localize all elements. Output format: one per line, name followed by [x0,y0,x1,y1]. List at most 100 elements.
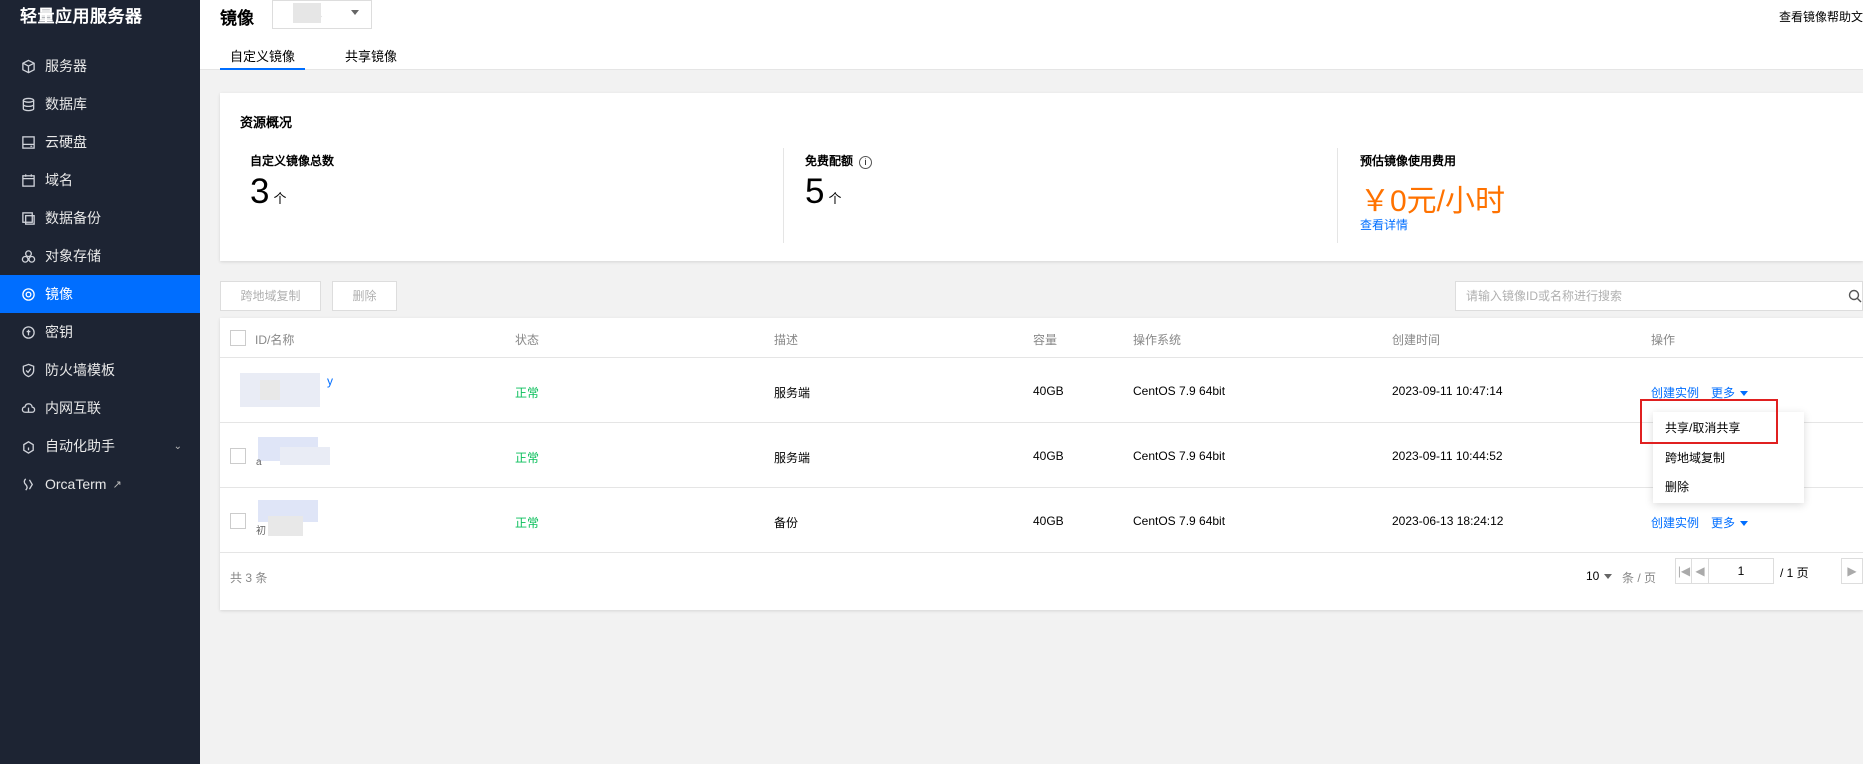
sidebar-item-object-storage[interactable]: 对象存储 [0,237,200,275]
column-header: 容量 [1033,333,1058,347]
sidebar-item-label: 防火墙模板 [45,362,115,378]
images-table: ID/名称 状态 描述 容量 操作系统 创建时间 操作 y 正常 服务端 40G… [220,318,1863,610]
image-name: a [256,457,262,468]
total-pages: / 1 页 [1780,566,1809,580]
region-select[interactable]: 3 [272,0,372,29]
copy-cross-region-menu-item[interactable]: 跨地域复制 [1665,449,1725,466]
terminal-icon [20,476,36,492]
page-size-select[interactable]: 10 [1586,569,1613,583]
capacity: 40GB [1033,514,1064,528]
sidebar-item-label: 内网互联 [45,400,101,416]
status-text: 正常 [515,516,540,530]
sidebar-item-label: 密钥 [45,324,73,340]
backup-icon [20,210,36,226]
column-header: 操作 [1651,333,1676,347]
delete-menu-item[interactable]: 删除 [1665,478,1689,495]
description: 服务端 [774,451,811,465]
chevron-down-icon [1604,574,1613,580]
calendar-icon [20,172,36,188]
chevron-down-icon [1740,521,1749,527]
delete-button[interactable]: 删除 [332,281,397,311]
status-text: 正常 [515,451,540,465]
more-menu-button[interactable]: 更多 [1711,514,1749,531]
search-icon[interactable] [1848,289,1862,303]
redacted-id [268,516,303,536]
column-header: 创建时间 [1392,333,1441,347]
table-footer: 共 3 条 10 条 / 页 |◀ ◀ 1 / 1 页 ▶ [220,546,1863,610]
copy-cross-region-button[interactable]: 跨地域复制 [220,281,321,311]
sidebar-item-servers[interactable]: 服务器 [0,47,200,85]
cloud-icon [20,400,36,416]
sidebar-item-firewall[interactable]: 防火墙模板 [0,351,200,389]
sidebar-item-key[interactable]: 密钥 [0,313,200,351]
created-time: 2023-06-13 18:24:12 [1392,514,1504,528]
stat-free-quota: 免费配额 i 5个 [775,148,1335,243]
sidebar: 轻量应用服务器 服务器 数据库 云硬盘 域名 数据备份 对象存储 镜像 密钥 防… [0,0,200,764]
stat-label: 免费配额 i [805,152,873,169]
sidebar-item-backup[interactable]: 数据备份 [0,199,200,237]
sidebar-item-label: 镜像 [45,286,73,302]
help-link[interactable]: 查看镜像帮助文 [1779,8,1863,25]
sidebar-item-label: OrcaTerm [45,476,107,492]
stat-estimated-cost: 预估镜像使用费用 ￥0元/小时 查看详情 [1330,148,1850,243]
prev-page-button[interactable]: ◀ [1691,558,1709,584]
redacted-id [280,447,330,465]
description: 服务端 [774,386,811,400]
key-icon [20,324,36,340]
next-page-button[interactable]: ▶ [1841,558,1863,584]
stat-label: 预估镜像使用费用 [1360,154,1457,168]
shield-icon [20,362,36,378]
sidebar-item-label: 数据备份 [45,210,101,226]
sidebar-item-label: 数据库 [45,96,87,112]
os: CentOS 7.9 64bit [1133,514,1226,528]
stat-value: ￥0元/小时 [1360,185,1506,218]
sidebar-item-intranet[interactable]: 内网互联 [0,389,200,427]
sidebar-item-domain[interactable]: 域名 [0,161,200,199]
column-header: 状态 [515,333,540,347]
chevron-down-icon [1740,391,1749,397]
table-header: ID/名称 状态 描述 容量 操作系统 创建时间 操作 [220,318,1863,358]
search-input[interactable] [1456,282,1862,310]
sidebar-item-automation[interactable]: 自动化助手 ⌄ [0,427,200,465]
select-all-checkbox[interactable] [230,330,246,346]
page-number-input[interactable]: 1 [1708,558,1774,584]
tab-bar: 自定义镜像 共享镜像 [220,44,437,70]
image-id-link[interactable]: y [327,374,333,388]
info-icon[interactable]: i [859,156,873,169]
total-count: 共 3 条 [230,571,268,585]
resource-overview-card: 资源概况 自定义镜像总数 3个 免费配额 i 5个 预估镜像使用费用 ￥0元/小时… [220,93,1863,261]
chevron-down-icon[interactable]: ⌄ [174,441,182,452]
column-header: 操作系统 [1133,333,1182,347]
os: CentOS 7.9 64bit [1133,449,1226,463]
sidebar-item-label: 云硬盘 [45,134,87,150]
column-header: ID/名称 [255,333,295,347]
sidebar-item-disk[interactable]: 云硬盘 [0,123,200,161]
view-details-link[interactable]: 查看详情 [1360,216,1408,233]
sidebar-item-database[interactable]: 数据库 [0,85,200,123]
page-title: 镜像 [220,9,254,28]
tab-shared-images[interactable]: 共享镜像 [335,44,407,70]
created-time: 2023-09-11 10:44:52 [1392,449,1503,463]
table-row: y 正常 服务端 40GB CentOS 7.9 64bit 2023-09-1… [220,358,1863,423]
sidebar-item-label: 域名 [45,172,73,188]
os: CentOS 7.9 64bit [1133,384,1226,398]
capacity: 40GB [1033,449,1064,463]
row-checkbox[interactable] [230,513,246,529]
status-text: 正常 [515,386,540,400]
external-link-icon: ↗ [112,478,122,491]
automation-icon [20,438,36,454]
stat-value: 5个 [805,172,842,211]
table-row: a 正常 服务端 40GB CentOS 7.9 64bit 2023-09-1… [220,423,1863,488]
overview-title: 资源概况 [240,115,293,130]
row-checkbox[interactable] [230,448,246,464]
created-time: 2023-09-11 10:47:14 [1392,384,1503,398]
create-instance-link[interactable]: 创建实例 [1651,514,1699,531]
redacted-id [260,380,280,400]
database-icon [20,96,36,112]
page-header: 镜像 3 查看镜像帮助文 自定义镜像 共享镜像 [200,0,1863,70]
sidebar-item-image[interactable]: 镜像 [0,275,200,313]
sidebar-nav: 服务器 数据库 云硬盘 域名 数据备份 对象存储 镜像 密钥 防火墙模板 内网互… [0,47,200,503]
sidebar-item-orcaterm[interactable]: OrcaTerm ↗ [0,465,200,503]
disk-icon [20,134,36,150]
tab-custom-images[interactable]: 自定义镜像 [220,44,306,70]
